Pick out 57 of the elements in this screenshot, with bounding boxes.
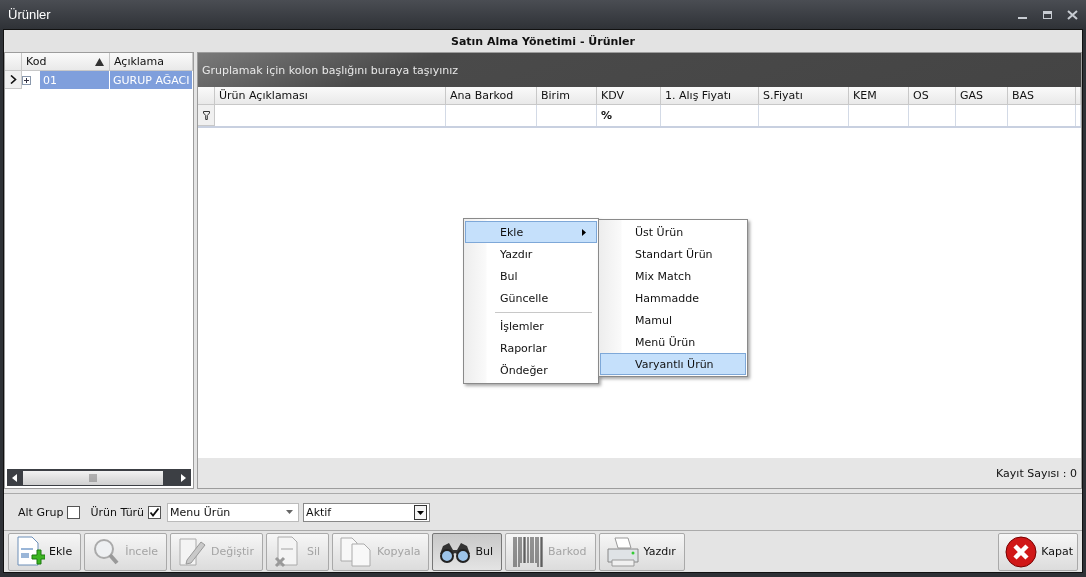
scroll-thumb[interactable] xyxy=(23,470,163,485)
column-header[interactable]: KEM xyxy=(849,87,909,105)
toolbar-button[interactable]: Bul xyxy=(432,532,503,571)
form-title: Satın Alma Yönetimi - Ürünler xyxy=(451,34,635,48)
tree-code: 01 xyxy=(40,71,109,89)
column-header[interactable]: S.Fiyatı xyxy=(759,87,849,105)
toolbar-button[interactable]: Yazdır xyxy=(598,532,685,571)
menu-item[interactable]: Bul xyxy=(465,265,597,287)
new-document-icon xyxy=(15,535,45,568)
column-header[interactable]: Açıklama xyxy=(110,53,193,71)
filter-icon xyxy=(202,110,210,120)
horizontal-scrollbar[interactable] xyxy=(7,469,191,486)
menu-item[interactable]: Menü Ürün xyxy=(600,331,746,353)
column-header[interactable]: Birim xyxy=(537,87,597,105)
column-header[interactable]: Ana Barkod xyxy=(446,87,537,105)
printer-icon xyxy=(605,535,640,568)
menu-item[interactable]: Mix Match xyxy=(600,265,746,287)
row-pointer-icon xyxy=(9,75,17,84)
column-header[interactable]: KDV xyxy=(597,87,661,105)
menu-item[interactable]: Ekle xyxy=(465,221,597,243)
filter-cell[interactable]: % xyxy=(597,105,661,126)
menu-item[interactable]: Öndeğer xyxy=(465,359,597,381)
close-icon[interactable] xyxy=(1067,9,1078,20)
maximize-icon[interactable] xyxy=(1042,9,1053,20)
barcode-icon xyxy=(512,534,545,569)
filter-label: Alt Grup xyxy=(18,505,64,519)
column-header[interactable]: BAS xyxy=(1008,87,1076,105)
group-hint: Gruplamak için kolon başlığını buraya taşıyınız xyxy=(202,63,458,77)
close-button[interactable]: Kapat xyxy=(998,532,1078,571)
submenu-arrow-icon xyxy=(582,228,586,236)
menu-item[interactable]: Mamul xyxy=(600,309,746,331)
column-header[interactable]: OS xyxy=(909,87,956,105)
checkbox[interactable] xyxy=(67,505,81,519)
menu-item[interactable]: Üst Ürün xyxy=(600,221,746,243)
menu-item[interactable]: Hammadde xyxy=(600,287,746,309)
dropdown[interactable]: Menu Ürün xyxy=(167,502,300,522)
menu-item[interactable]: Raporlar xyxy=(465,337,597,359)
filter-label: Ürün Türü xyxy=(90,505,145,519)
close-circle-icon xyxy=(1005,535,1038,568)
menu-item[interactable]: Yazdır xyxy=(465,243,597,265)
sort-up-icon xyxy=(95,57,104,66)
toolbar-button[interactable]: Ekle xyxy=(8,532,82,571)
document-pencil-icon xyxy=(177,535,207,568)
menu-item[interactable]: Varyantlı Ürün xyxy=(600,353,746,375)
record-count: Kayıt Sayısı : 0 xyxy=(996,466,1077,480)
column-header[interactable]: GAS xyxy=(956,87,1008,105)
column-header[interactable]: Ürün Açıklaması xyxy=(215,87,446,105)
column-header[interactable]: 1. Alış Fiyatı xyxy=(661,87,759,105)
expand-icon[interactable] xyxy=(22,75,31,85)
menu-item[interactable]: Güncelle xyxy=(465,287,597,309)
window-title: Ürünler xyxy=(8,7,51,22)
copy-icon xyxy=(339,535,374,568)
header-cell xyxy=(1076,87,1081,105)
checkbox[interactable] xyxy=(148,505,162,519)
menu-item[interactable]: Standart Ürün xyxy=(600,243,746,265)
column-header[interactable]: Kod xyxy=(22,53,110,71)
dropdown[interactable]: Aktif xyxy=(303,502,431,522)
